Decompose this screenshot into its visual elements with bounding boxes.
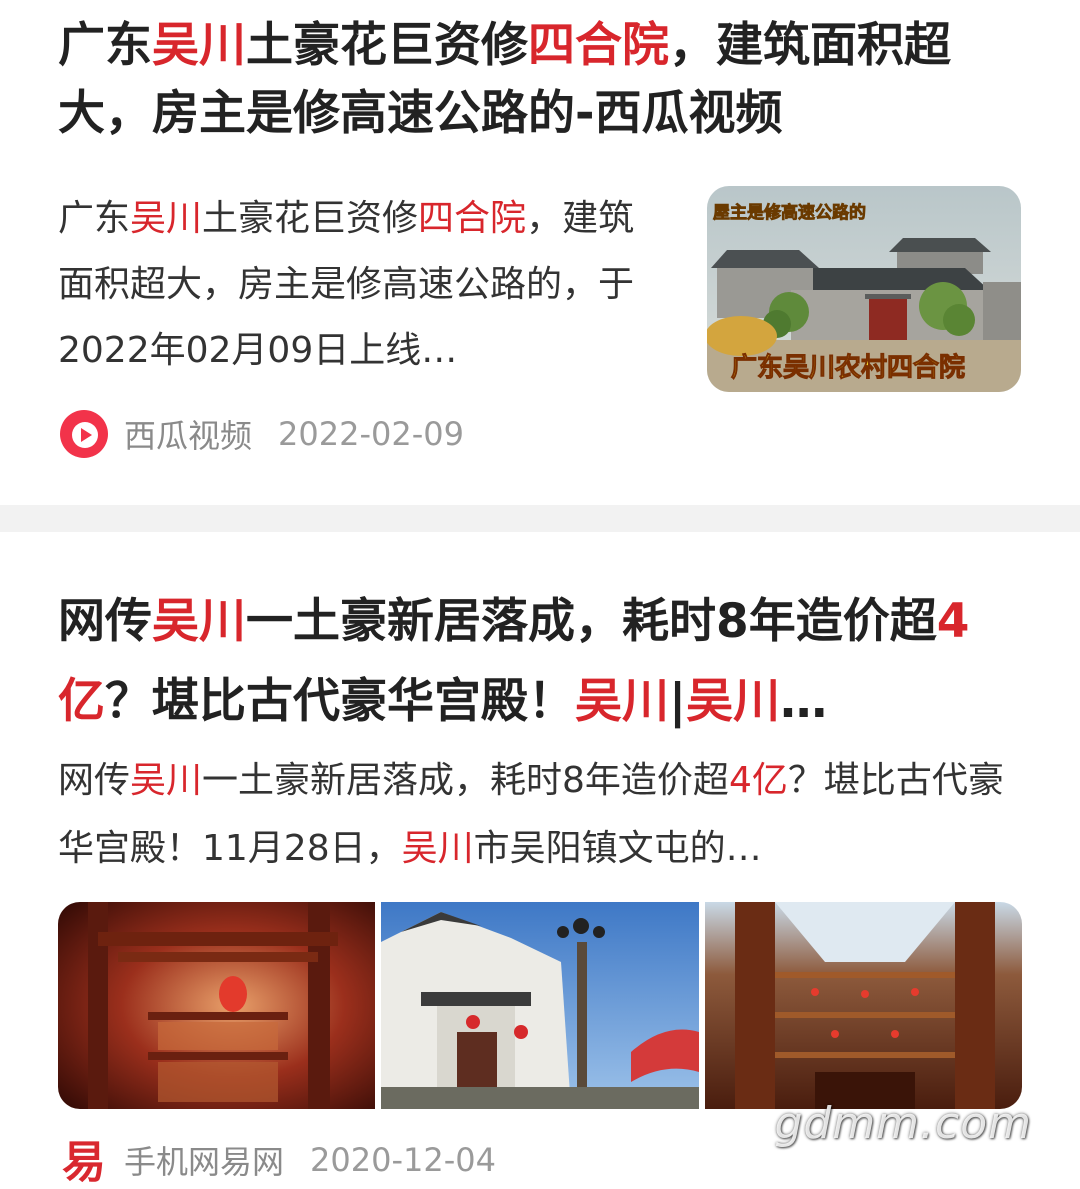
svg-text:易: 易 [62, 1137, 106, 1185]
highlight-term: 吴川 [401, 828, 474, 869]
video-thumbnail[interactable]: 屋主是修高速公路的 广东吴川农村四合院 [707, 186, 1021, 392]
result-title[interactable]: 网传吴川一土豪新居落成，耗时8年造价超4亿？堪比古代豪华宫殿！吴川|吴川… [58, 582, 1018, 742]
result-snippet: 广东吴川土豪花巨资修四合院，建筑面积超大，房主是修高速公路的，于2022年02月… [58, 186, 658, 384]
text-segment: 一土豪新居落成，耗时8年造价超 [202, 760, 729, 801]
card-divider [0, 505, 1080, 532]
text-segment: 广东 [58, 18, 152, 73]
svg-text:广东吴川农村四合院: 广东吴川农村四合院 [731, 352, 965, 383]
text-segment: | [669, 674, 687, 729]
highlight-term: 四合院 [418, 198, 527, 239]
palace-interior-image[interactable] [58, 902, 376, 1109]
text-segment: 土豪花巨资修 [202, 198, 419, 239]
text-segment: ？堪比古代豪华宫殿！ [105, 674, 575, 729]
atrium-interior-image[interactable] [704, 902, 1022, 1109]
courtyard-house-image: 屋主是修高速公路的 广东吴川农村四合院 [707, 186, 1021, 392]
highlight-term: 四合院 [528, 18, 669, 73]
result-meta: 易 手机网易网 2020-12-04 [58, 1132, 496, 1188]
publish-date: 2022-02-09 [278, 415, 464, 453]
highlight-term: 吴川 [130, 760, 203, 801]
result-snippet: 网传吴川一土豪新居落成，耗时8年造价超4亿？堪比古代豪华宫殿！11月28日，吴川… [58, 747, 1028, 883]
netease-logo-icon: 易 [58, 1135, 108, 1188]
highlight-term: 4亿 [728, 760, 788, 801]
result-title[interactable]: 广东吴川土豪花巨资修四合院，建筑面积超大，房主是修高速公路的-西瓜视频 [58, 12, 1028, 148]
publish-date: 2020-12-04 [310, 1141, 496, 1179]
text-segment: 一土豪新居落成，耗时8年造价超 [246, 594, 937, 649]
highlight-term: 吴川 [152, 594, 246, 649]
highlight-term: 吴川 [152, 18, 246, 73]
text-segment: … [780, 674, 828, 729]
result-card-2[interactable]: 网传吴川一土豪新居落成，耗时8年造价超4亿？堪比古代豪华宫殿！吴川|吴川… 网传… [0, 532, 1080, 1188]
xigua-play-icon [58, 408, 110, 460]
text-segment: 网传 [58, 594, 152, 649]
highlight-term: 吴川 [686, 674, 781, 729]
text-segment: 广东 [58, 198, 131, 239]
result-meta: 西瓜视频 2022-02-09 [58, 408, 464, 460]
white-mansion-exterior-image[interactable] [381, 902, 699, 1109]
result-image-strip[interactable] [58, 902, 1022, 1109]
highlight-term: 吴川 [575, 674, 669, 729]
highlight-term: 吴川 [130, 198, 203, 239]
svg-text:屋主是修高速公路的: 屋主是修高速公路的 [713, 202, 866, 223]
text-segment: 土豪花巨资修 [246, 18, 528, 73]
watermark: gdmm.com [774, 1098, 1032, 1149]
text-segment: 网传 [58, 760, 131, 801]
text-segment: 市吴阳镇文屯的… [473, 828, 762, 869]
result-card-1[interactable]: 广东吴川土豪花巨资修四合院，建筑面积超大，房主是修高速公路的-西瓜视频 广东吴川… [0, 0, 1080, 505]
source-name[interactable]: 西瓜视频 [124, 411, 252, 457]
source-name[interactable]: 手机网易网 [124, 1137, 284, 1183]
